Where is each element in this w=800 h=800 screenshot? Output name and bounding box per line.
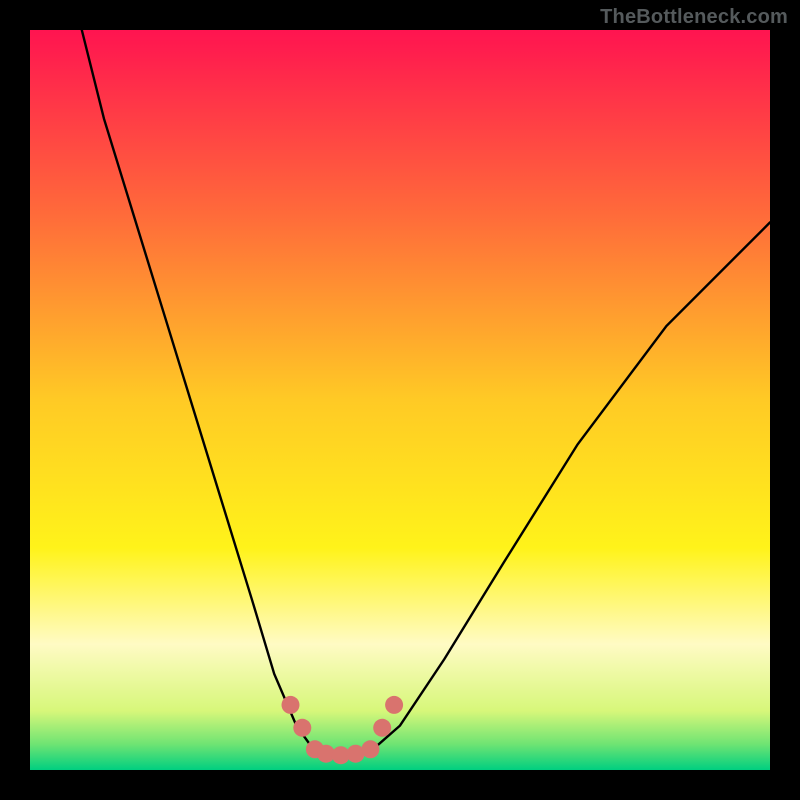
chart-frame: TheBottleneck.com	[0, 0, 800, 800]
valley-point	[385, 696, 403, 714]
plot-background	[30, 30, 770, 770]
watermark-text: TheBottleneck.com	[600, 6, 788, 29]
bottleneck-chart	[0, 0, 800, 800]
valley-point	[293, 719, 311, 737]
valley-point	[361, 740, 379, 758]
valley-point	[373, 719, 391, 737]
valley-point	[282, 696, 300, 714]
